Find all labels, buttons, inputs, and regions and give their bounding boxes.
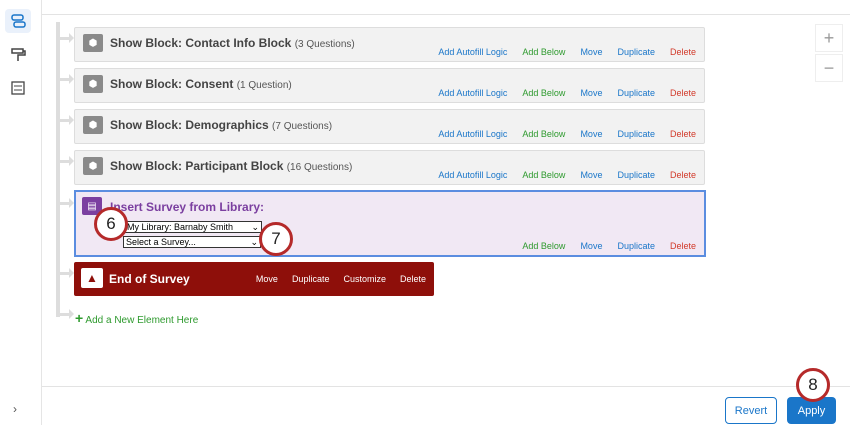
duplicate-link[interactable]: Duplicate (617, 129, 655, 139)
move-link[interactable]: Move (256, 274, 278, 284)
zoom-in-button[interactable]: + (815, 24, 843, 52)
duplicate-link[interactable]: Duplicate (617, 170, 655, 180)
duplicate-link[interactable]: Duplicate (617, 241, 655, 251)
survey-flow-icon[interactable] (5, 9, 31, 33)
delete-link[interactable]: Delete (400, 274, 426, 284)
warning-icon: ▲ (81, 268, 103, 288)
block-cube-icon: ⬢ (83, 116, 103, 134)
paint-roller-icon[interactable] (5, 43, 31, 67)
end-of-survey-block: ▲ End of Survey Move Duplicate Customize… (74, 262, 434, 296)
delete-link[interactable]: Delete (670, 88, 696, 98)
settings-sliders-icon[interactable] (5, 76, 31, 100)
add-below-link[interactable]: Add Below (522, 241, 565, 251)
callout-6: 6 (94, 207, 128, 241)
callout-8: 8 (796, 368, 830, 402)
move-link[interactable]: Move (580, 47, 602, 57)
move-link[interactable]: Move (580, 241, 602, 251)
customize-link[interactable]: Customize (343, 274, 386, 284)
block-title: Show Block: Demographics (7 Questions) (110, 118, 333, 132)
flow-arrow (60, 33, 74, 43)
flow-arrow (60, 198, 74, 208)
add-below-link[interactable]: Add Below (522, 129, 565, 139)
delete-link[interactable]: Delete (670, 47, 696, 57)
delete-link[interactable]: Delete (670, 170, 696, 180)
block-cube-icon: ⬢ (83, 75, 103, 93)
flow-arrow (60, 268, 74, 278)
duplicate-link[interactable]: Duplicate (292, 274, 330, 284)
add-autofill-logic-link[interactable]: Add Autofill Logic (438, 88, 507, 98)
add-below-link[interactable]: Add Below (522, 47, 565, 57)
flow-arrow (60, 115, 74, 125)
insert-title: Insert Survey from Library: (110, 200, 265, 214)
duplicate-link[interactable]: Duplicate (617, 88, 655, 98)
add-below-link[interactable]: Add Below (522, 170, 565, 180)
divider (42, 14, 850, 15)
add-autofill-logic-link[interactable]: Add Autofill Logic (438, 47, 507, 57)
add-autofill-logic-link[interactable]: Add Autofill Logic (438, 170, 507, 180)
show-block: ⬢ Show Block: Demographics (7 Questions)… (74, 109, 705, 144)
add-element-link[interactable]: + Add a New Element Here (75, 310, 198, 326)
flow-arrow (60, 309, 74, 319)
divider (42, 386, 850, 387)
move-link[interactable]: Move (580, 129, 602, 139)
block-cube-icon: ⬢ (83, 157, 103, 175)
flow-arrow (60, 156, 74, 166)
add-below-link[interactable]: Add Below (522, 88, 565, 98)
block-title: Show Block: Contact Info Block (3 Questi… (110, 36, 355, 50)
sidebar: › (0, 0, 42, 425)
show-block: ⬢ Show Block: Consent (1 Question) Add A… (74, 68, 705, 103)
block-title: Show Block: Consent (1 Question) (110, 77, 292, 91)
block-cube-icon: ⬢ (83, 34, 103, 52)
end-title: End of Survey (109, 272, 190, 286)
flow-arrow (60, 74, 74, 84)
insert-survey-block: ▤ Insert Survey from Library: My Library… (74, 190, 706, 257)
duplicate-link[interactable]: Duplicate (617, 47, 655, 57)
add-autofill-logic-link[interactable]: Add Autofill Logic (438, 129, 507, 139)
move-link[interactable]: Move (580, 170, 602, 180)
move-link[interactable]: Move (580, 88, 602, 98)
chevron-right-icon[interactable]: › (13, 402, 17, 416)
plus-icon: + (75, 310, 84, 326)
show-block: ⬢ Show Block: Participant Block (16 Ques… (74, 150, 705, 185)
library-select[interactable]: My Library: Barnaby Smith ⌄ (124, 221, 262, 233)
survey-select[interactable]: Select a Survey... ⌄ (123, 236, 261, 248)
show-block: ⬢ Show Block: Contact Info Block (3 Ques… (74, 27, 705, 62)
delete-link[interactable]: Delete (670, 129, 696, 139)
block-title: Show Block: Participant Block (16 Questi… (110, 159, 353, 173)
delete-link[interactable]: Delete (670, 241, 696, 251)
revert-button[interactable]: Revert (725, 397, 777, 424)
callout-7: 7 (259, 222, 293, 256)
zoom-out-button[interactable]: − (815, 54, 843, 82)
